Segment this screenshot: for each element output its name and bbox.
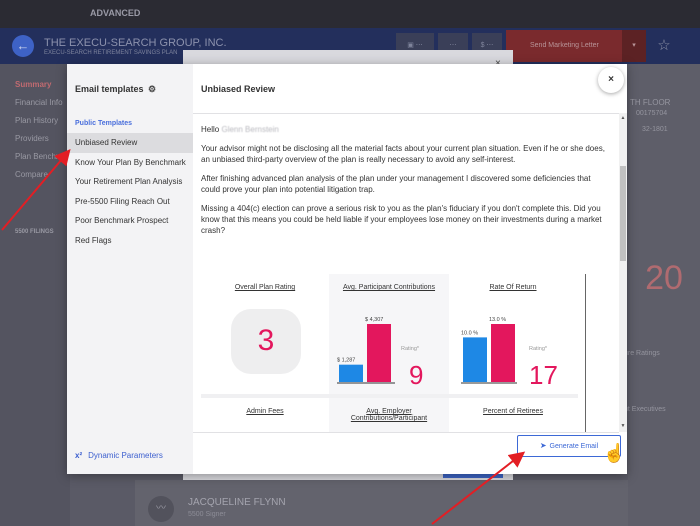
contact-name: JACQUELINE FLYNN	[188, 497, 286, 508]
filings-label: 5500 FILINGS	[15, 229, 54, 235]
retirees-card	[449, 398, 578, 432]
nav-plan-benchmark: Plan Benchmark	[15, 152, 74, 161]
report-edge	[585, 274, 586, 432]
return-title: Rate Of Return	[489, 284, 537, 291]
return-low-bar	[463, 337, 487, 382]
send-marketing-letter-button: Send Marketing Letter	[506, 30, 622, 62]
contributions-chart: $ 1,287 $ 4,307 Rating* 9	[337, 317, 423, 390]
send-icon: ➤	[539, 441, 547, 450]
star-icon: ☆	[657, 37, 671, 54]
footer-divider	[193, 432, 619, 433]
template-list: Unbiased Review Know Your Plan By Benchm…	[67, 133, 193, 250]
nav-financial-info: Financial Info	[15, 98, 63, 107]
chevron-down-icon: ▾	[622, 30, 646, 62]
company-name: THE EXECU-SEARCH GROUP, INC.	[44, 37, 227, 49]
contributions-title: Avg. Participant Contributions	[342, 284, 436, 291]
template-item-poor-benchmark[interactable]: Poor Benchmark Prospect	[67, 211, 193, 231]
admin-fees-title: Admin Fees	[246, 408, 284, 415]
email-paragraph: Your advisor might not be disclosing all…	[201, 144, 605, 164]
return-low-label: 10.0 %	[461, 330, 478, 336]
email-text: Hello Glenn Bernstein Your advisor might…	[201, 124, 611, 244]
return-rating-value: 17	[529, 360, 558, 390]
template-item-pre-5500[interactable]: Pre-5500 Filing Reach Out	[67, 192, 193, 212]
email-body[interactable]: Hello Glenn Bernstein Your advisor might…	[193, 113, 619, 432]
template-item-retirement-analysis[interactable]: Your Retirement Plan Analysis	[67, 172, 193, 192]
contrib-rating-value: 9	[409, 360, 423, 390]
return-rating-label: Rating*	[529, 346, 548, 352]
return-high-bar	[491, 324, 515, 382]
contact-role: 5500 Signer	[188, 511, 226, 518]
retirees-title: Percent of Retirees	[483, 408, 543, 415]
template-item-unbiased-review[interactable]: Unbiased Review	[67, 133, 193, 153]
back-arrow-icon: ←	[12, 35, 34, 57]
plan-name: EXECU-SEARCH RETIREMENT SAVINGS PLAN	[44, 50, 178, 56]
template-preview: Unbiased Review × Hello Glenn Bernstein …	[193, 64, 627, 474]
nav-compare: Compare	[15, 170, 48, 179]
email-greeting: Hello Glenn Bernstein	[201, 125, 279, 134]
employer-contrib-title: Avg. Employer Contributions/Participant	[350, 408, 428, 422]
scrollbar[interactable]: ▲ ▼	[619, 113, 627, 432]
sidebar-title: Email templates ⚙	[75, 84, 157, 94]
signature-icon: 〰	[148, 496, 174, 522]
template-title: Unbiased Review	[201, 84, 276, 94]
contrib-low-label: $ 1,287	[337, 358, 355, 364]
contrib-high-bar	[367, 324, 391, 382]
info-panel: TH FLOOR 00175704 32-1801 20 ure Ratings…	[624, 64, 700, 526]
dynamic-parameters-link[interactable]: x² Dynamic Parameters	[75, 451, 163, 460]
contrib-high-label: $ 4,307	[365, 317, 383, 323]
email-paragraph: After finishing advanced plan analysis o…	[201, 174, 591, 194]
nav-plan-history: Plan History	[15, 116, 59, 125]
contrib-rating-label: Rating*	[401, 346, 420, 352]
template-item-know-your-plan[interactable]: Know Your Plan By Benchmark	[67, 153, 193, 173]
email-paragraph: Missing a 404(c) election can prove a se…	[201, 204, 602, 235]
scrollbar-thumb[interactable]	[620, 166, 626, 261]
public-templates-heading: Public Templates	[75, 120, 133, 127]
superscript-icon: x²	[75, 451, 83, 460]
scroll-down-icon[interactable]: ▼	[619, 423, 627, 429]
contrib-low-bar	[339, 364, 363, 382]
overall-rating-title: Overall Plan Rating	[234, 284, 296, 291]
template-sidebar: Email templates ⚙ Public Templates Unbia…	[67, 64, 193, 474]
admin-fees-card	[201, 398, 329, 432]
return-chart: 10.0 % 13.0 % Rating* 17	[461, 317, 558, 390]
email-templates-modal: Email templates ⚙ Public Templates Unbia…	[67, 64, 627, 474]
report-preview: Overall Plan Rating 3 Avg. Participant C…	[201, 274, 578, 432]
top-bar: ADVANCED	[0, 0, 700, 28]
mode-label: ADVANCED	[90, 8, 141, 18]
gear-icon[interactable]: ⚙	[148, 84, 156, 94]
scroll-up-icon[interactable]: ▲	[619, 115, 627, 121]
nav-providers: Providers	[15, 134, 49, 143]
template-item-red-flags[interactable]: Red Flags	[67, 231, 193, 251]
return-high-label: 13.0 %	[489, 317, 506, 323]
overall-rating-value: 3	[257, 324, 275, 357]
hand-cursor-icon: ☝	[603, 443, 626, 463]
nav-summary: Summary	[15, 80, 52, 89]
close-button[interactable]: ×	[598, 67, 624, 93]
